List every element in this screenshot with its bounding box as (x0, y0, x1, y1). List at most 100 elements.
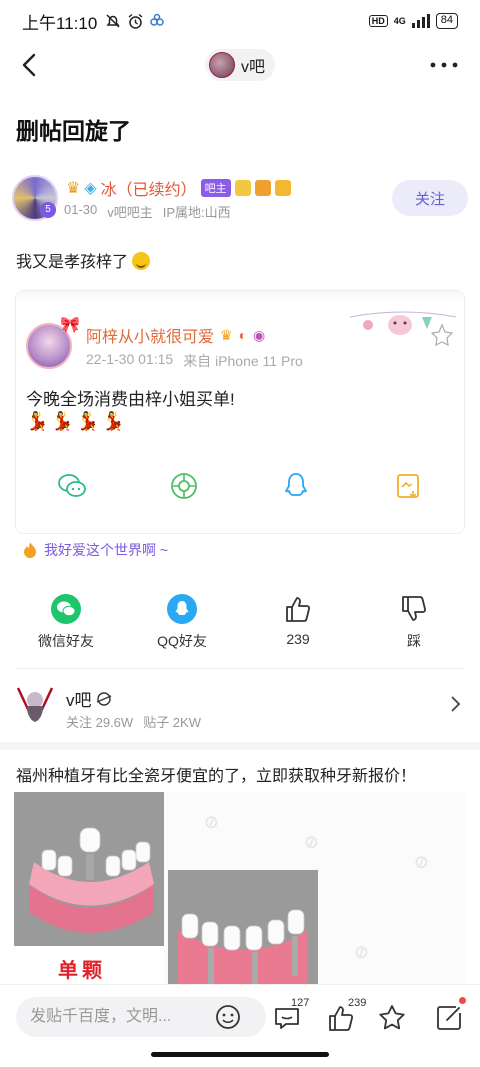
share-qq-label: QQ好友 (157, 633, 207, 649)
implant-illustration (29, 827, 154, 933)
share-wechat-label: 微信好友 (38, 633, 94, 649)
forum-owner-badge: 吧主 (200, 179, 231, 197)
watermark: ⊘ (300, 829, 323, 855)
post-body-text: 我又是孝孩梓了 (16, 254, 129, 271)
flame-icon (24, 542, 36, 558)
quoted-share-row (16, 471, 464, 501)
status-left-icons (105, 13, 165, 30)
ice-cube-icon: ◈ (84, 180, 97, 197)
forum-chip[interactable]: v吧 (204, 49, 275, 81)
battery-icon: 84 (435, 13, 458, 29)
panda-icon: ◐ (238, 327, 248, 343)
dislike-label: 踩 (407, 633, 421, 649)
forum-logo-icon (16, 687, 54, 722)
post-body: 我又是孝孩梓了 (16, 248, 151, 272)
thumbs-up-icon (286, 597, 311, 622)
notification-dot (459, 997, 466, 1004)
wechat-icon (51, 594, 81, 624)
alarm-icon (128, 13, 143, 29)
post-date: 01-30 (64, 202, 98, 217)
forum-post-count: 贴子 2KW (143, 715, 201, 730)
top-nav: v吧 (0, 42, 480, 88)
chevron-right-icon (451, 696, 461, 712)
ad-image-area[interactable]: ⊘ ⊘ ⊘ ⊘ 单颗 (14, 792, 466, 992)
quoted-author-line: 阿梓从小就很可爱 ♛ ◐ ◉ (86, 323, 265, 347)
section-divider (0, 742, 480, 750)
card-decoration (16, 291, 464, 303)
watermark: ⊘ (410, 849, 433, 875)
like-count: 239 (286, 631, 310, 647)
star-icon[interactable] (377, 1003, 407, 1033)
author-role: v吧吧主 (107, 205, 153, 220)
follow-button[interactable]: 关注 (392, 180, 468, 216)
comment-count: 127 (291, 997, 310, 1009)
signature-text: 我好爱这个世界啊 ~ (44, 542, 169, 558)
app-notification-icon (150, 13, 165, 26)
share-row: 微信好友 QQ好友 239 踩 (0, 594, 480, 651)
forum-card[interactable]: v吧 关注 29.6W 贴子 2KW (16, 682, 466, 734)
author-row: 5 ♛ ◈ 冰（已续约） 吧主 01-30 v吧吧主 IP属地:山西 关注 (12, 172, 468, 224)
edit-post-icon[interactable] (434, 1003, 464, 1033)
author-level-badge: 5 (40, 202, 56, 218)
forum-stats: 关注 29.6W 贴子 2KW (66, 712, 201, 731)
status-bar: 上午11:10 HD 4G 84 (0, 0, 480, 42)
more-icon[interactable] (428, 52, 460, 78)
dance-emoji-icons: 💃💃💃💃 (26, 411, 128, 431)
qq-icon[interactable] (281, 471, 311, 501)
bow-icon: 🎀 (60, 317, 80, 334)
share-qq-button[interactable]: QQ好友 (132, 594, 232, 651)
thumbs-down-icon (402, 596, 427, 621)
quoted-post-card[interactable]: 🎀 阿梓从小就很可爱 ♛ ◐ ◉ 22-1-30 01:15 来自 iPhone… (15, 290, 465, 534)
diamond-badge-icon (234, 180, 251, 196)
qq-icon (167, 594, 197, 624)
quoted-source: 来自 iPhone 11 Pro (183, 353, 303, 369)
ad-label: 单颗 (58, 960, 106, 982)
ad-title[interactable]: 福州种植牙有比全瓷牙便宜的了，立即获取种牙新报价！ (16, 762, 416, 786)
status-right-icons: HD 4G 84 (368, 13, 458, 29)
bottom-like-count: 239 (348, 997, 367, 1009)
moments-icon[interactable] (169, 471, 199, 501)
forum-chip-label: v吧 (240, 59, 265, 76)
smile-emoji-icon (132, 252, 151, 270)
quoted-author-name: 阿梓从小就很可爱 (86, 329, 215, 346)
share-wechat-button[interactable]: 微信好友 (16, 594, 116, 651)
watermark: ⊘ (350, 939, 373, 965)
like-button[interactable]: 239 (248, 594, 348, 651)
author-name[interactable]: 冰（已续约） (101, 176, 197, 200)
forum-name-line: v吧 (66, 686, 112, 711)
dental-bridge-image (168, 870, 318, 992)
ip-location: IP属地:山西 (162, 205, 231, 220)
home-indicator[interactable] (151, 1052, 329, 1057)
quoted-time: 22-1-30 01:15 (86, 351, 174, 367)
eye-icon: ◉ (253, 326, 266, 343)
status-time: 上午11:10 (22, 13, 98, 33)
divider (16, 668, 464, 669)
post-title: 删帖回旋了 (16, 118, 131, 144)
quoted-meta: 22-1-30 01:15 来自 iPhone 11 Pro (86, 351, 303, 371)
network-type: 4G (393, 16, 406, 26)
crown-icon: ♛ (220, 326, 233, 343)
bridge-illustration (178, 909, 308, 992)
bell-off-icon (106, 13, 120, 28)
heart-badge-icon (274, 180, 291, 196)
planet-icon (96, 691, 111, 706)
bunny-decoration-icon (349, 311, 457, 347)
author-name-line: ♛ ◈ 冰（已续约） 吧主 (66, 176, 291, 200)
save-image-icon[interactable] (393, 471, 423, 501)
info-badge-icon (254, 180, 271, 196)
quoted-text: 今晚全场消费由梓小姐买单! (26, 390, 235, 409)
forum-follow-count: 关注 29.6W (66, 715, 134, 730)
crown-icon: ♛ (66, 180, 81, 197)
watermark: ⊘ (200, 809, 223, 835)
signal-icon (411, 14, 430, 28)
dental-implant-image (14, 792, 164, 946)
emoji-icon[interactable] (214, 1003, 242, 1031)
hd-icon: HD (368, 15, 388, 27)
wechat-icon[interactable] (57, 471, 87, 501)
author-meta: 01-30 v吧吧主 IP属地:山西 (64, 202, 231, 221)
forum-name: v吧 (66, 691, 92, 710)
dislike-button[interactable]: 踩 (364, 594, 464, 651)
forum-avatar-icon (208, 52, 235, 78)
signature: 我好爱这个世界啊 ~ (22, 540, 168, 560)
back-icon[interactable] (16, 50, 44, 80)
